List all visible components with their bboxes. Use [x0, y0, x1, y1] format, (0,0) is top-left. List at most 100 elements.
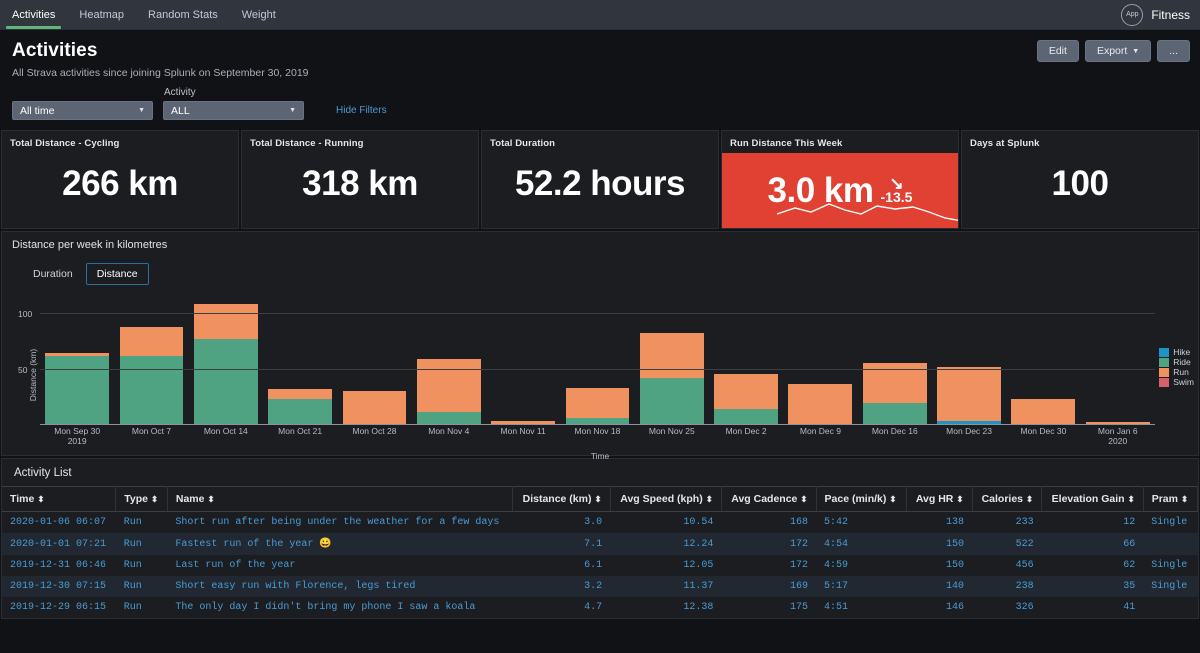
table-cell: 2020-01-06 06:07 — [10, 517, 107, 528]
table-cell: Single — [1151, 517, 1188, 528]
nav-tab-heatmap[interactable]: Heatmap — [67, 0, 136, 29]
sort-toggle-icon[interactable]: ⬍ — [594, 494, 601, 504]
activity-select[interactable]: ALL ▼ — [163, 101, 304, 120]
stacked-bar[interactable] — [342, 390, 407, 425]
stacked-bar[interactable] — [268, 389, 333, 425]
sort-toggle-icon[interactable]: ⬍ — [800, 494, 807, 504]
bar-slot[interactable] — [189, 303, 263, 425]
column-header-time[interactable]: Time ⬍ — [2, 486, 117, 512]
column-header-type[interactable]: Type ⬍ — [115, 486, 168, 512]
bar-slot[interactable] — [1006, 303, 1080, 425]
bar-slot[interactable] — [263, 303, 337, 425]
bar-slot[interactable] — [1081, 303, 1155, 425]
bar-slot[interactable] — [858, 303, 932, 425]
table-cell: 456 — [1015, 560, 1034, 571]
bar-slot[interactable] — [932, 303, 1006, 425]
table-cell: 168 — [790, 517, 809, 528]
stacked-bar[interactable] — [1011, 398, 1076, 425]
kpi-body: 266 km — [2, 149, 238, 219]
table-row[interactable]: 2019-12-31 06:46 Run Last run of the year 6… — [2, 555, 1198, 576]
sort-toggle-icon[interactable]: ⬍ — [956, 494, 963, 504]
x-axis-tick-label: Mon Sep 30 2019 — [54, 425, 101, 447]
activity-filter-group: Activity ALL ▼ — [163, 87, 304, 120]
column-header-avg-speed-kph[interactable]: Avg Speed (kph) ⬍ — [610, 486, 722, 512]
legend-item[interactable]: Ride — [1159, 357, 1194, 367]
export-button[interactable]: Export ▼ — [1084, 40, 1152, 62]
bar-slot[interactable] — [560, 303, 634, 425]
kpi-tile: Run Distance This Week 3.0 km ↘ -13.5 — [721, 130, 959, 229]
kpi-value: 266 km — [62, 164, 178, 203]
stacked-bar[interactable] — [565, 388, 630, 425]
stacked-bar[interactable] — [937, 367, 1002, 425]
legend-item[interactable]: Hike — [1159, 347, 1194, 357]
nav-tab-random-stats[interactable]: Random Stats — [136, 0, 230, 29]
table-cell: 41 — [1123, 602, 1136, 613]
legend-swatch — [1159, 357, 1170, 367]
edit-button[interactable]: Edit — [1036, 40, 1079, 62]
chevron-down-icon: ▼ — [289, 107, 296, 114]
bar-segment-ride — [714, 409, 779, 425]
table-body: 2020-01-06 06:07 Run Short run after being… — [2, 511, 1198, 618]
table-header-row: Time ⬍ Type ⬍ Name ⬍ Distance (km) ⬍ Avg Speed (… — [2, 486, 1198, 512]
y-axis-tick-label: 100 — [18, 309, 33, 320]
column-header-label: Distance (km) — [522, 493, 592, 505]
legend-item[interactable]: Swim — [1159, 377, 1194, 387]
column-header-calories[interactable]: Calories ⬍ — [972, 486, 1043, 512]
table-cell: 172 — [790, 560, 809, 571]
bar-slot[interactable] — [783, 303, 857, 425]
bar-slot[interactable] — [412, 303, 486, 425]
table-cell: 326 — [1015, 602, 1034, 613]
sort-toggle-icon[interactable]: ⬍ — [207, 494, 214, 504]
sort-toggle-icon[interactable]: ⬍ — [37, 494, 44, 504]
time-range-select[interactable]: All time ▼ — [12, 101, 153, 120]
bar-segment-ride — [193, 339, 258, 425]
bar-slot[interactable] — [486, 303, 560, 425]
sort-toggle-icon[interactable]: ⬍ — [706, 494, 713, 504]
column-header-distance-km[interactable]: Distance (km) ⬍ — [512, 486, 611, 512]
table-row[interactable]: 2019-12-29 06:15 Run The only day I didn't… — [2, 597, 1198, 618]
bar-segment-run — [416, 359, 481, 412]
table-cell: Fastest run of the year 😀 — [175, 539, 332, 550]
bar-slot[interactable] — [709, 303, 783, 425]
sort-toggle-icon[interactable]: ⬍ — [151, 494, 158, 504]
stacked-bar[interactable] — [119, 327, 184, 425]
legend-item[interactable]: Run — [1159, 367, 1194, 377]
hide-filters-link[interactable]: Hide Filters — [336, 105, 387, 120]
stacked-bar[interactable] — [639, 332, 704, 425]
table-row[interactable]: 2019-12-30 07:15 Run Short easy run with F… — [2, 576, 1198, 597]
column-header-name[interactable]: Name ⬍ — [167, 486, 514, 512]
column-header-pram[interactable]: Pram ⬍ — [1143, 486, 1198, 512]
bar-segment-run — [937, 367, 1002, 422]
sort-toggle-icon[interactable]: ⬍ — [1181, 494, 1188, 504]
table-row[interactable]: 2020-01-01 07:21 Run Fastest run of the ye… — [2, 533, 1198, 555]
column-header-avg-hr[interactable]: Avg HR ⬍ — [906, 486, 973, 512]
column-header-avg-cadence[interactable]: Avg Cadence ⬍ — [721, 486, 817, 512]
chevron-down-icon: ▼ — [1132, 47, 1140, 55]
bar-slot[interactable] — [337, 303, 411, 425]
nav-tab-weight[interactable]: Weight — [230, 0, 288, 29]
stacked-bar[interactable] — [788, 384, 853, 425]
y-axis-title: Distance (km) — [28, 348, 39, 402]
bar-slot[interactable] — [114, 303, 188, 425]
sort-toggle-icon[interactable]: ⬍ — [1026, 494, 1033, 504]
stacked-bar[interactable] — [714, 373, 779, 425]
bar-slot[interactable] — [635, 303, 709, 425]
stacked-bar[interactable] — [45, 352, 110, 425]
more-options-button[interactable]: ... — [1157, 40, 1190, 62]
chart-toggle-distance[interactable]: Distance — [85, 263, 149, 285]
sort-toggle-icon[interactable]: ⬍ — [1128, 494, 1135, 504]
nav-tab-list: Activities Heatmap Random Stats Weight — [0, 0, 288, 29]
chart-toggle-duration[interactable]: Duration — [22, 263, 84, 285]
button-label: Export — [1096, 45, 1128, 57]
table-row[interactable]: 2020-01-06 06:07 Run Short run after being… — [2, 511, 1198, 533]
sort-toggle-icon[interactable]: ⬍ — [889, 494, 896, 504]
stacked-bar[interactable] — [862, 363, 927, 425]
kpi-value: 318 km — [302, 164, 418, 203]
legend-label: Run — [1173, 367, 1189, 377]
bar-chart: Distance (km) 50 100 Mon Sep 30 2019 Mon Oc… — [2, 295, 1198, 461]
column-header-elevation-gain[interactable]: Elevation Gain ⬍ — [1041, 486, 1144, 512]
bar-slot[interactable] — [40, 303, 114, 425]
stacked-bar[interactable] — [193, 303, 258, 425]
nav-tab-activities[interactable]: Activities — [0, 0, 67, 29]
column-header-pace-min-k[interactable]: Pace (min/k) ⬍ — [816, 486, 907, 512]
